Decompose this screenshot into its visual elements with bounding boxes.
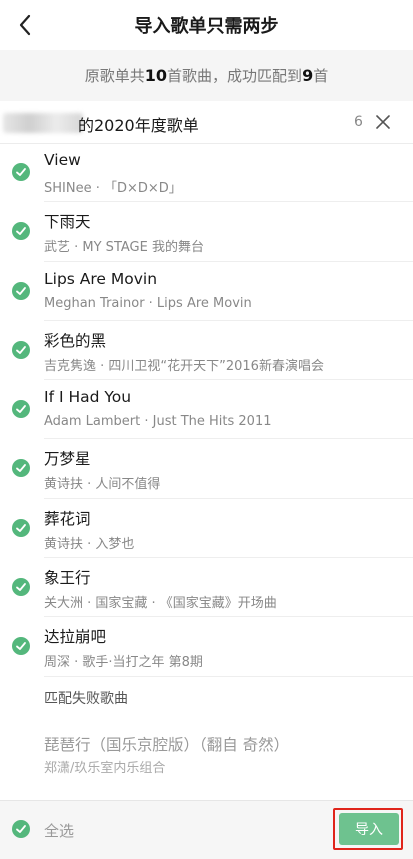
- summary-total: 10: [144, 66, 168, 85]
- song-title: If I Had You: [44, 388, 132, 407]
- check-icon: [16, 345, 26, 354]
- song-title: 象王行: [44, 569, 91, 588]
- song-subtitle: SHINee · 「D×D×D」: [44, 181, 182, 196]
- song-title: 彩色的黑: [44, 331, 107, 350]
- failed-section-header: 匹配失败歌曲: [44, 691, 128, 707]
- song-subtitle: 吉克隽逸 · 四川卫视“花开天下”2016新春演唱会: [44, 358, 324, 374]
- song-checkbox[interactable]: [12, 163, 30, 181]
- select-all-label[interactable]: 全选: [44, 820, 74, 841]
- back-button[interactable]: [10, 10, 40, 40]
- playlist-count: 6: [354, 114, 363, 130]
- song-checkbox[interactable]: [12, 281, 30, 300]
- song-checkbox[interactable]: [12, 518, 30, 537]
- song-checkbox[interactable]: [12, 459, 30, 478]
- song-list: View SHINee · 「D×D×D」下雨天武艺 · MY STAGE 我的舞…: [0, 143, 413, 677]
- song-row[interactable]: 象王行关大洲 · 国家宝藏 · 《国家宝藏》开场曲: [12, 558, 413, 618]
- song-title: 达拉崩吧: [44, 628, 107, 647]
- song-checkbox[interactable]: [12, 222, 30, 241]
- song-subtitle: 关大洲 · 国家宝藏 · 《国家宝藏》开场曲: [44, 596, 277, 612]
- song-checkbox[interactable]: [12, 637, 30, 656]
- song-row[interactable]: 下雨天武艺 · MY STAGE 我的舞台: [12, 202, 413, 262]
- blurred-username: [3, 113, 83, 133]
- summary-suffix: 首: [313, 67, 329, 85]
- song-title: 葬花词: [44, 509, 91, 528]
- song-title: View: [44, 151, 81, 169]
- summary-prefix: 原歌单共: [84, 67, 145, 85]
- failed-song-title: 琵琶行（国乐京腔版）（翻自 奇然）: [44, 736, 290, 754]
- match-summary: 原歌单共 10 首歌曲，成功匹配到 9 首: [0, 50, 413, 101]
- song-row[interactable]: 葬花词黄诗扶 · 入梦也: [12, 499, 413, 559]
- close-icon[interactable]: [373, 112, 393, 132]
- song-title: Lips Are Movin: [44, 269, 158, 288]
- song-row[interactable]: 达拉崩吧周深 · 歌手·当打之年 第8期: [12, 617, 413, 677]
- song-subtitle: Adam Lambert · Just The Hits 2011: [44, 414, 272, 430]
- page-title: 导入歌单只需两步: [134, 16, 279, 37]
- song-checkbox[interactable]: [12, 340, 30, 359]
- check-icon: [16, 642, 26, 651]
- check-icon: [16, 523, 26, 532]
- top-bar: 导入歌单只需两步: [0, 0, 413, 50]
- playlist-name: 的2020年度歌单: [78, 116, 199, 135]
- check-icon: [16, 286, 26, 295]
- song-row[interactable]: If I Had You Adam Lambert · Just The Hits…: [12, 380, 413, 440]
- song-title: 下雨天: [44, 213, 91, 232]
- song-checkbox[interactable]: [12, 400, 30, 419]
- song-row[interactable]: View SHINee · 「D×D×D」: [12, 143, 413, 203]
- summary-matched: 9: [302, 66, 314, 85]
- song-subtitle: 周深 · 歌手·当打之年 第8期: [44, 655, 203, 671]
- song-row[interactable]: 彩色的黑吉克隽逸 · 四川卫视“花开天下”2016新春演唱会: [12, 321, 413, 381]
- import-button[interactable]: 导入: [339, 813, 399, 845]
- summary-mid: 首歌曲，成功匹配到: [167, 67, 303, 85]
- song-checkbox[interactable]: [12, 578, 30, 597]
- check-icon: [16, 227, 26, 236]
- check-icon: [16, 405, 26, 414]
- song-subtitle: 武艺 · MY STAGE 我的舞台: [44, 240, 204, 256]
- song-subtitle: Meghan Trainor · Lips Are Movin: [44, 295, 252, 311]
- check-icon: [16, 825, 26, 833]
- check-icon: [16, 583, 26, 591]
- check-icon: [16, 464, 26, 473]
- playlist-row: 的2020年度歌单 6: [0, 101, 413, 144]
- chevron-left-icon: [19, 14, 31, 36]
- song-row[interactable]: Lips Are Movin Meghan Trainor · Lips Are …: [12, 262, 413, 321]
- select-all-checkbox[interactable]: [12, 820, 30, 838]
- song-title: 万梦星: [44, 450, 91, 469]
- song-subtitle: 黄诗扶 · 入梦也: [44, 536, 135, 552]
- song-row[interactable]: 万梦星黄诗扶 · 人间不值得: [12, 439, 413, 499]
- check-icon: [16, 168, 26, 176]
- song-subtitle: 黄诗扶 · 人间不值得: [44, 477, 161, 493]
- failed-song-subtitle: 郑潇/玖乐室内乐组合: [44, 761, 166, 776]
